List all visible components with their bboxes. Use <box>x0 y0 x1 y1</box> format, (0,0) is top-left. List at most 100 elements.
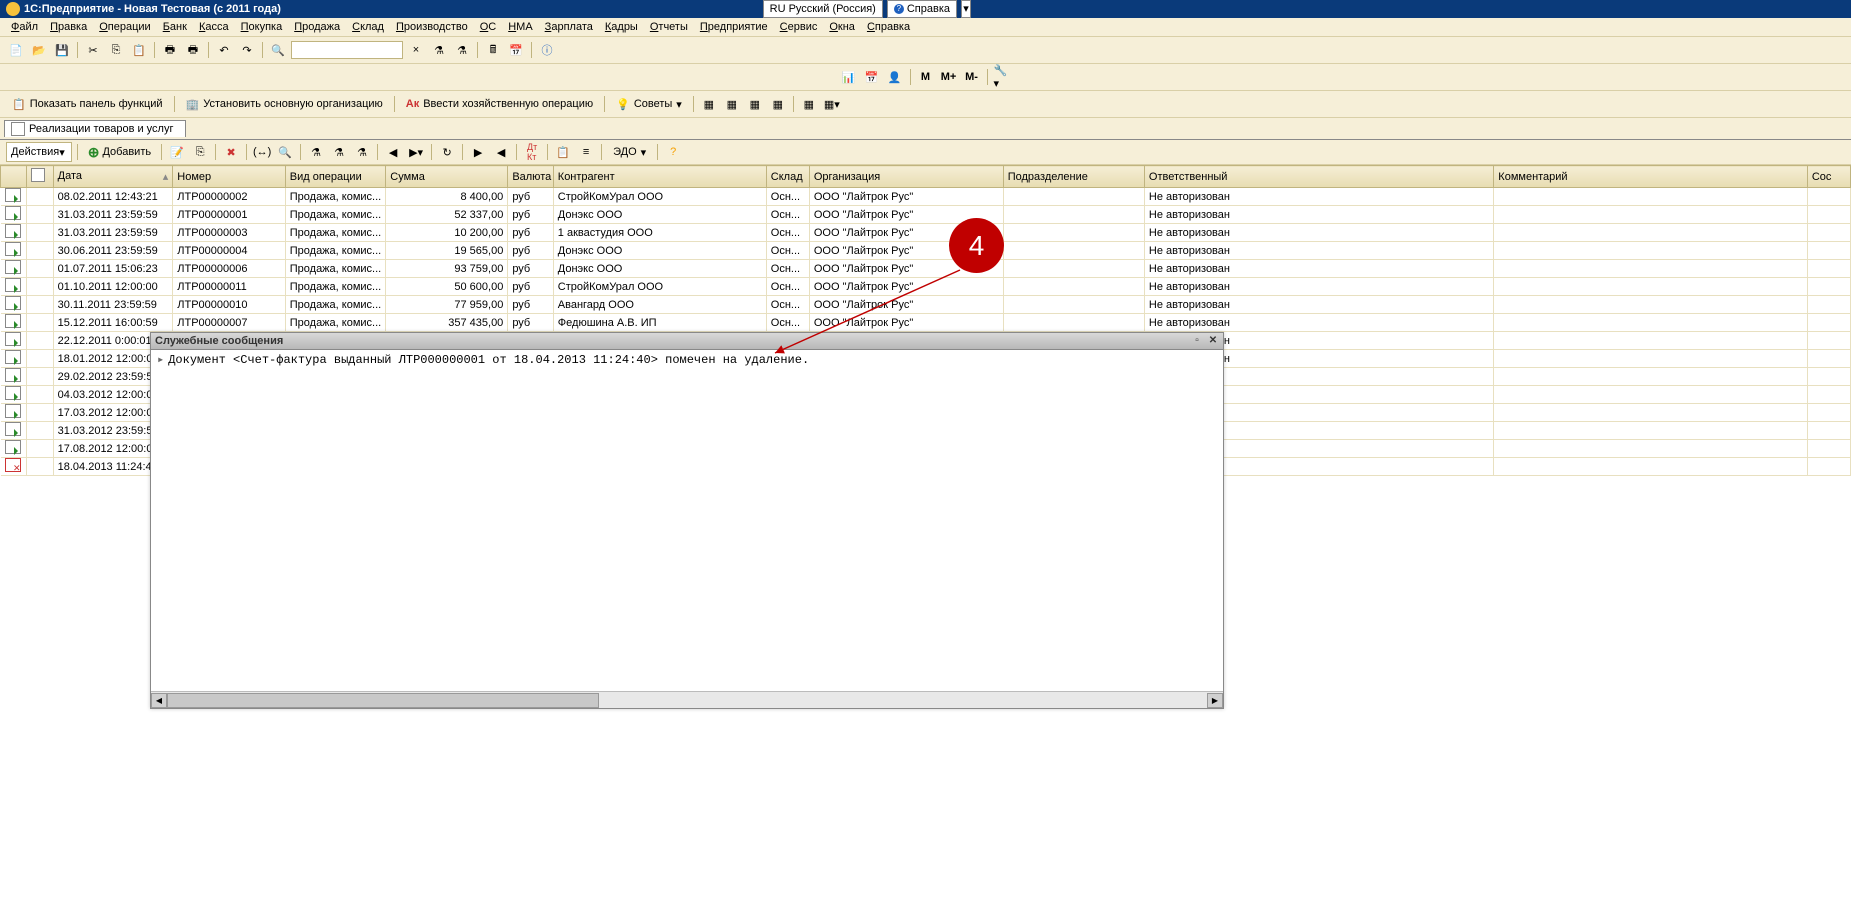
menu-касса[interactable]: Касса <box>194 20 234 34</box>
column-header[interactable]: Дата ▴ <box>53 166 173 188</box>
horizontal-scrollbar[interactable]: ◀ ▶ <box>151 691 1223 708</box>
menu-нма[interactable]: НМА <box>503 20 537 34</box>
grid6-icon[interactable]: ▦▾ <box>822 94 842 114</box>
grid3-icon[interactable]: ▦ <box>745 94 765 114</box>
search-input[interactable] <box>291 41 403 59</box>
help-button[interactable]: ?Справка <box>887 0 957 18</box>
refresh-icon[interactable]: ↻ <box>437 142 457 162</box>
filter1-icon[interactable]: ⚗ <box>306 142 326 162</box>
menu-справка[interactable]: Справка <box>862 20 915 34</box>
nav-next-icon[interactable]: ▶▾ <box>406 142 426 162</box>
scroll-left-icon[interactable]: ◀ <box>151 693 167 708</box>
grid4-icon[interactable]: ▦ <box>768 94 788 114</box>
column-header[interactable] <box>1 166 27 188</box>
filter2-icon[interactable]: ⚗ <box>452 40 472 60</box>
add-button[interactable]: ⊕Добавить <box>83 143 156 161</box>
unpost-icon[interactable]: ◀ <box>491 142 511 162</box>
menu-сервис[interactable]: Сервис <box>775 20 823 34</box>
search-icon[interactable]: 🔍 <box>268 40 288 60</box>
column-header[interactable] <box>27 166 53 188</box>
clear-icon[interactable]: × <box>406 40 426 60</box>
edo-button[interactable]: ЭДО ▾ <box>607 142 652 162</box>
edit-icon[interactable]: 📝 <box>167 142 187 162</box>
paste-icon[interactable]: 📋 <box>129 40 149 60</box>
calendar2-icon[interactable]: 📅 <box>862 67 882 87</box>
menu-операции[interactable]: Операции <box>94 20 155 34</box>
advice-button[interactable]: 💡 Советы ▾ <box>610 94 688 114</box>
column-header[interactable]: Валюта <box>508 166 553 188</box>
calc-icon[interactable]: 🖩 <box>483 40 503 60</box>
menu-производство[interactable]: Производство <box>391 20 473 34</box>
tools-icon[interactable]: 🔧▾ <box>993 67 1013 87</box>
column-header[interactable]: Сос <box>1807 166 1850 188</box>
column-header[interactable]: Номер <box>173 166 285 188</box>
delete-mark-icon[interactable]: ✖ <box>221 142 241 162</box>
open-icon[interactable]: 📂 <box>29 40 49 60</box>
column-header[interactable]: Подразделение <box>1003 166 1144 188</box>
print-icon[interactable]: 🖶 <box>160 40 180 60</box>
column-header[interactable]: Ответственный <box>1144 166 1493 188</box>
user-icon[interactable]: 👤 <box>885 67 905 87</box>
menu-отчеты[interactable]: Отчеты <box>645 20 693 34</box>
column-header[interactable]: Комментарий <box>1494 166 1808 188</box>
cut-icon[interactable]: ✂ <box>83 40 103 60</box>
scroll-right-icon[interactable]: ▶ <box>1207 693 1223 708</box>
table-row[interactable]: 31.03.2011 23:59:59ЛТР00000003Продажа, к… <box>1 224 1851 242</box>
minimize-icon[interactable]: ▫ <box>1191 335 1203 347</box>
dt-kt-icon[interactable]: ДтКт <box>522 142 542 162</box>
report-icon[interactable]: 📋 <box>553 142 573 162</box>
column-header[interactable]: Организация <box>809 166 1003 188</box>
scroll-thumb[interactable] <box>167 693 599 708</box>
m-minus-btn[interactable]: M- <box>962 67 982 87</box>
column-header[interactable]: Контрагент <box>553 166 766 188</box>
print-preview-icon[interactable]: 🖶 <box>183 40 203 60</box>
dropdown-button[interactable]: ▾ <box>961 0 971 18</box>
grid1-icon[interactable]: ▦ <box>699 94 719 114</box>
period-icon[interactable]: (↔) <box>252 142 272 162</box>
info-icon[interactable]: ⓘ <box>537 40 557 60</box>
menu-продажа[interactable]: Продажа <box>289 20 345 34</box>
set-main-org-button[interactable]: 🏢 Установить основную организацию <box>180 94 389 114</box>
column-header[interactable]: Вид операции <box>285 166 386 188</box>
nav-prev-icon[interactable]: ◀ <box>383 142 403 162</box>
post-icon[interactable]: ▶ <box>468 142 488 162</box>
menu-файл[interactable]: Файл <box>6 20 43 34</box>
filter-off-icon[interactable]: ⚗ <box>352 142 372 162</box>
messages-body[interactable]: ▸Документ <Счет-фактура выданный ЛТР0000… <box>151 350 1223 369</box>
grid5-icon[interactable]: ▦ <box>799 94 819 114</box>
menu-окна[interactable]: Окна <box>824 20 860 34</box>
menu-банк[interactable]: Банк <box>158 20 192 34</box>
calendar-icon[interactable]: 📅 <box>506 40 526 60</box>
enter-operation-button[interactable]: Ак Ввести хозяйственную операцию <box>400 94 599 114</box>
list-icon[interactable]: ≡ <box>576 142 596 162</box>
menu-правка[interactable]: Правка <box>45 20 92 34</box>
m-plus-btn[interactable]: M+ <box>939 67 959 87</box>
save-icon[interactable]: 💾 <box>52 40 72 60</box>
table-row[interactable]: 31.03.2011 23:59:59ЛТР00000001Продажа, к… <box>1 206 1851 224</box>
menu-предприятие[interactable]: Предприятие <box>695 20 773 34</box>
copy-doc-icon[interactable]: ⎘ <box>190 142 210 162</box>
menu-кадры[interactable]: Кадры <box>600 20 643 34</box>
menu-ос[interactable]: ОС <box>475 20 502 34</box>
table-row[interactable]: 30.06.2011 23:59:59ЛТР00000004Продажа, к… <box>1 242 1851 260</box>
column-header[interactable]: Склад <box>766 166 809 188</box>
menu-склад[interactable]: Склад <box>347 20 389 34</box>
language-button[interactable]: RU Русский (Россия) <box>763 0 883 18</box>
help2-icon[interactable]: ? <box>663 142 683 162</box>
new-icon[interactable]: 📄 <box>6 40 26 60</box>
table-row[interactable]: 08.02.2011 12:43:21ЛТР00000002Продажа, к… <box>1 188 1851 206</box>
filter2-icon[interactable]: ⚗ <box>329 142 349 162</box>
copy-icon[interactable]: ⎘ <box>106 40 126 60</box>
chart-icon[interactable]: 📊 <box>839 67 859 87</box>
column-header[interactable]: Сумма <box>386 166 508 188</box>
m-btn[interactable]: M <box>916 67 936 87</box>
filter-icon[interactable]: ⚗ <box>429 40 449 60</box>
grid2-icon[interactable]: ▦ <box>722 94 742 114</box>
show-function-panel-button[interactable]: 📋 Показать панель функций <box>6 94 169 114</box>
menu-зарплата[interactable]: Зарплата <box>540 20 598 34</box>
tab-sales[interactable]: Реализации товаров и услуг <box>4 120 186 137</box>
messages-titlebar[interactable]: Служебные сообщения ▫ ✕ <box>151 333 1223 350</box>
menu-покупка[interactable]: Покупка <box>236 20 288 34</box>
close-icon[interactable]: ✕ <box>1207 335 1219 347</box>
find-icon[interactable]: 🔍 <box>275 142 295 162</box>
